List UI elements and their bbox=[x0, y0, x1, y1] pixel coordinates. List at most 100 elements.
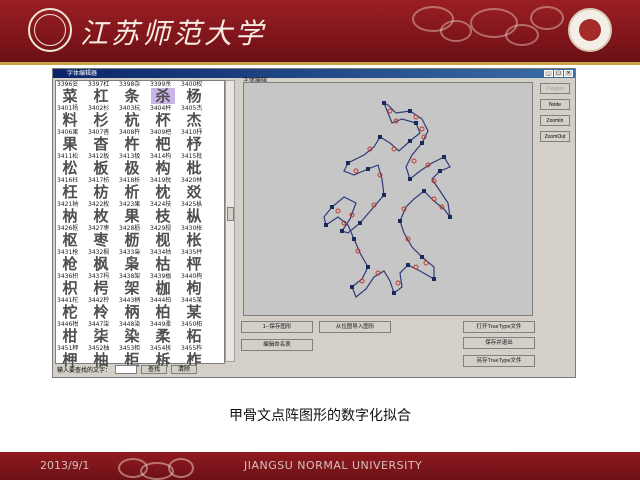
char-cell[interactable]: 3411松松 bbox=[56, 153, 85, 177]
contour-node bbox=[382, 193, 386, 197]
node-button[interactable]: Node bbox=[540, 99, 570, 110]
contour-node bbox=[346, 161, 350, 165]
char-cell[interactable]: 3417枋枋 bbox=[87, 177, 116, 201]
char-cell[interactable]: 3444柏柏 bbox=[149, 297, 178, 321]
char-cell[interactable]: 3425枞枞 bbox=[180, 201, 209, 225]
char-cell[interactable]: 3410杼杼 bbox=[180, 129, 209, 153]
char-cell[interactable]: 3427枣枣 bbox=[87, 225, 116, 249]
char-cell[interactable]: 3423果果 bbox=[118, 201, 147, 225]
char-cell[interactable]: 3415枇枇 bbox=[180, 153, 209, 177]
import-graphic-button[interactable]: 从位图导入图形 bbox=[319, 321, 391, 333]
char-cell[interactable]: 3418析析 bbox=[118, 177, 147, 201]
char-cell[interactable]: 3396妥菜 bbox=[56, 81, 85, 105]
maximize-button[interactable]: □ bbox=[554, 70, 563, 77]
char-cell[interactable]: 3438架架 bbox=[118, 273, 147, 297]
char-cell[interactable]: 3429枧枧 bbox=[149, 225, 178, 249]
char-glyph: 果 bbox=[62, 135, 78, 153]
char-cell[interactable]: 3398杂条 bbox=[118, 81, 147, 105]
char-cell[interactable]: 3409杷杷 bbox=[149, 129, 178, 153]
polygon-button[interactable]: Polygon bbox=[540, 83, 570, 94]
char-cell[interactable]: 3402杉杉 bbox=[87, 105, 116, 129]
char-cell[interactable]: 3419枕枕 bbox=[149, 177, 178, 201]
char-grid: 3396妥菜 3397杠杠 3398杂条 3399杀杀 3400权杨 3401杨料 3402… bbox=[56, 81, 209, 369]
char-glyph: 料 bbox=[62, 111, 78, 129]
char-cell[interactable]: 3442柃柃 bbox=[87, 297, 116, 321]
char-cell[interactable]: 3450柘柘 bbox=[180, 321, 209, 345]
char-cell[interactable]: 3436枳枳 bbox=[56, 273, 85, 297]
char-cell[interactable]: 3406果果 bbox=[56, 129, 85, 153]
char-cell[interactable]: 3400权杨 bbox=[180, 81, 209, 105]
contour-node bbox=[330, 205, 334, 209]
char-cell[interactable]: 3422枚枚 bbox=[87, 201, 116, 225]
char-cell[interactable]: 3447柒柒 bbox=[87, 321, 116, 345]
contour-node bbox=[408, 139, 412, 143]
save-changes-button[interactable]: 保存并退出 bbox=[463, 337, 535, 349]
char-grid-panel: 3396妥菜 3397杠杠 3398杂条 3399杀杀 3400权杨 3401杨料 3402… bbox=[55, 80, 225, 368]
char-glyph: 柃 bbox=[93, 303, 109, 321]
char-cell[interactable]: 3416枉枉 bbox=[56, 177, 85, 201]
char-cell[interactable]: 3443柄柄 bbox=[118, 297, 147, 321]
open-truetype-button[interactable]: 打开TrueType文件 bbox=[463, 321, 535, 333]
char-glyph: 枪 bbox=[62, 255, 78, 273]
char-cell[interactable]: 3441柁柁 bbox=[56, 297, 85, 321]
char-glyph: 枋 bbox=[93, 183, 109, 201]
char-cell[interactable]: 3430枨枨 bbox=[180, 225, 209, 249]
save-as-truetype-button[interactable]: 另存TrueType文件 bbox=[463, 355, 535, 367]
char-glyph: 菜 bbox=[62, 87, 78, 105]
glyph-edit-canvas[interactable] bbox=[243, 82, 533, 316]
char-glyph: 条 bbox=[124, 87, 140, 105]
char-cell[interactable]: 3408杵杵 bbox=[118, 129, 147, 153]
save-graphic-button[interactable]: 1--保存图形 bbox=[241, 321, 313, 333]
char-cell[interactable]: 3431枪枪 bbox=[56, 249, 85, 273]
char-cell[interactable]: 3433枭枭 bbox=[118, 249, 147, 273]
char-cell[interactable]: 3449柔柔 bbox=[149, 321, 178, 345]
zoom-out-button[interactable]: ZoomOut bbox=[540, 131, 570, 142]
oracle-glyph-drawing[interactable] bbox=[244, 83, 532, 315]
char-cell[interactable]: 3413极极 bbox=[118, 153, 147, 177]
char-glyph: 构 bbox=[155, 159, 171, 177]
char-glyph: 枘 bbox=[62, 207, 78, 225]
char-cell[interactable]: 3440枸枸 bbox=[180, 273, 209, 297]
char-cell[interactable]: 3435枰枰 bbox=[180, 249, 209, 273]
char-cell[interactable]: 3448染染 bbox=[118, 321, 147, 345]
char-cell[interactable]: 3426枢枢 bbox=[56, 225, 85, 249]
char-cell[interactable]: 3424枝枝 bbox=[149, 201, 178, 225]
char-cell[interactable]: 3446柑柑 bbox=[56, 321, 85, 345]
find-button[interactable]: 查找 bbox=[141, 365, 168, 374]
header-divider bbox=[0, 62, 640, 65]
minimize-button[interactable]: _ bbox=[544, 70, 553, 77]
char-cell[interactable]: 3439枷枷 bbox=[149, 273, 178, 297]
char-cell[interactable]: 3412板板 bbox=[87, 153, 116, 177]
char-grid-scrollbar[interactable] bbox=[225, 80, 235, 362]
char-cell[interactable]: 3428枥枥 bbox=[118, 225, 147, 249]
zoom-in-button[interactable]: ZoomIn bbox=[540, 115, 570, 126]
char-cell[interactable]: 3434枯枯 bbox=[149, 249, 178, 273]
char-cell[interactable]: 3432枫枫 bbox=[87, 249, 116, 273]
char-cell[interactable]: 3414构构 bbox=[149, 153, 178, 177]
char-cell[interactable]: 3404杯杯 bbox=[149, 105, 178, 129]
clear-button[interactable]: 清除 bbox=[171, 365, 198, 374]
search-input[interactable] bbox=[115, 365, 138, 374]
char-cell[interactable]: 3407杳杳 bbox=[87, 129, 116, 153]
char-cell[interactable]: 3437枵枵 bbox=[87, 273, 116, 297]
char-glyph: 枸 bbox=[186, 279, 202, 297]
char-cell[interactable]: 3397杠杠 bbox=[87, 81, 116, 105]
slide-footer: 2013/9/1 JIANGSU NORMAL UNIVERSITY bbox=[0, 452, 640, 480]
char-cell[interactable]: 3403杭杭 bbox=[118, 105, 147, 129]
char-cell[interactable]: 3401杨料 bbox=[56, 105, 85, 129]
char-glyph: 枕 bbox=[155, 183, 171, 201]
char-cell[interactable]: 3405杰杰 bbox=[180, 105, 209, 129]
contour-node bbox=[414, 121, 418, 125]
close-button[interactable]: × bbox=[564, 70, 573, 77]
char-cell[interactable]: 3421枘枘 bbox=[56, 201, 85, 225]
char-glyph: 某 bbox=[186, 303, 202, 321]
scrollbar-thumb[interactable] bbox=[227, 207, 234, 221]
char-cell[interactable]: 3445某某 bbox=[180, 297, 209, 321]
contour-node bbox=[324, 223, 328, 227]
char-glyph: 枷 bbox=[155, 279, 171, 297]
char-glyph: 柏 bbox=[155, 303, 171, 321]
char-cell[interactable]: 3399杀杀 bbox=[149, 81, 178, 105]
char-cell[interactable]: 3420林㸚 bbox=[180, 177, 209, 201]
edit-nameplate-button[interactable]: 编辑命名表 bbox=[241, 339, 313, 351]
char-glyph: 枨 bbox=[186, 231, 202, 249]
